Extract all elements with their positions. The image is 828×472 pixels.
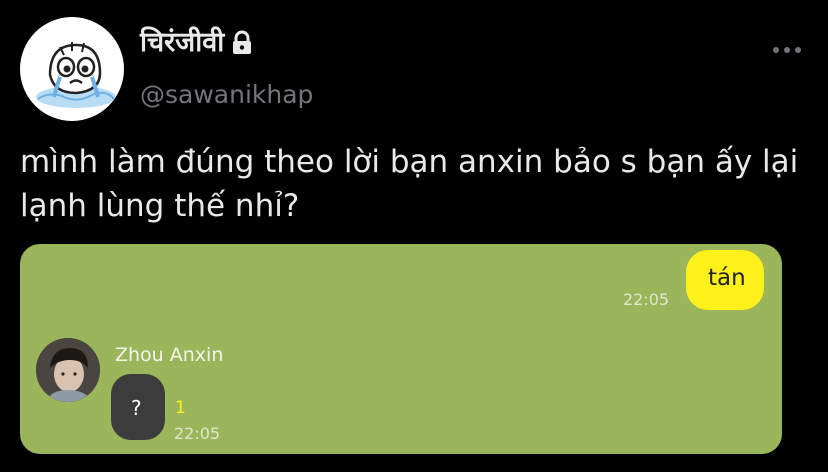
received-message-time: 22:05 [174, 424, 221, 443]
attached-chat-screenshot[interactable]: tán 22:05 Zhou Anxin ? 1 22:05 [20, 244, 782, 454]
author-avatar[interactable] [20, 17, 124, 121]
author-handle[interactable]: @sawanikhap [140, 80, 313, 110]
received-message-text: ? [131, 396, 142, 420]
sent-message-time: 22:05 [623, 290, 670, 309]
sent-message-text: tán [708, 265, 746, 291]
author-display-name-row[interactable]: चिरंजीवी [140, 26, 254, 60]
unread-count-badge: 1 [175, 398, 186, 418]
tweet: चिरंजीवी @sawanikhap mình làm đúng theo … [0, 0, 828, 472]
cartoon-crying-face-icon [36, 42, 116, 108]
contact-avatar [36, 338, 100, 402]
author-display-name[interactable]: चिरंजीवी [140, 26, 224, 60]
lock-icon [233, 30, 252, 54]
contact-photo-icon [36, 338, 100, 402]
contact-name: Zhou Anxin [115, 344, 224, 366]
more-horizontal-icon[interactable] [770, 40, 804, 60]
tweet-text: mình làm đúng theo lời bạn anxin bảo s b… [20, 144, 799, 224]
